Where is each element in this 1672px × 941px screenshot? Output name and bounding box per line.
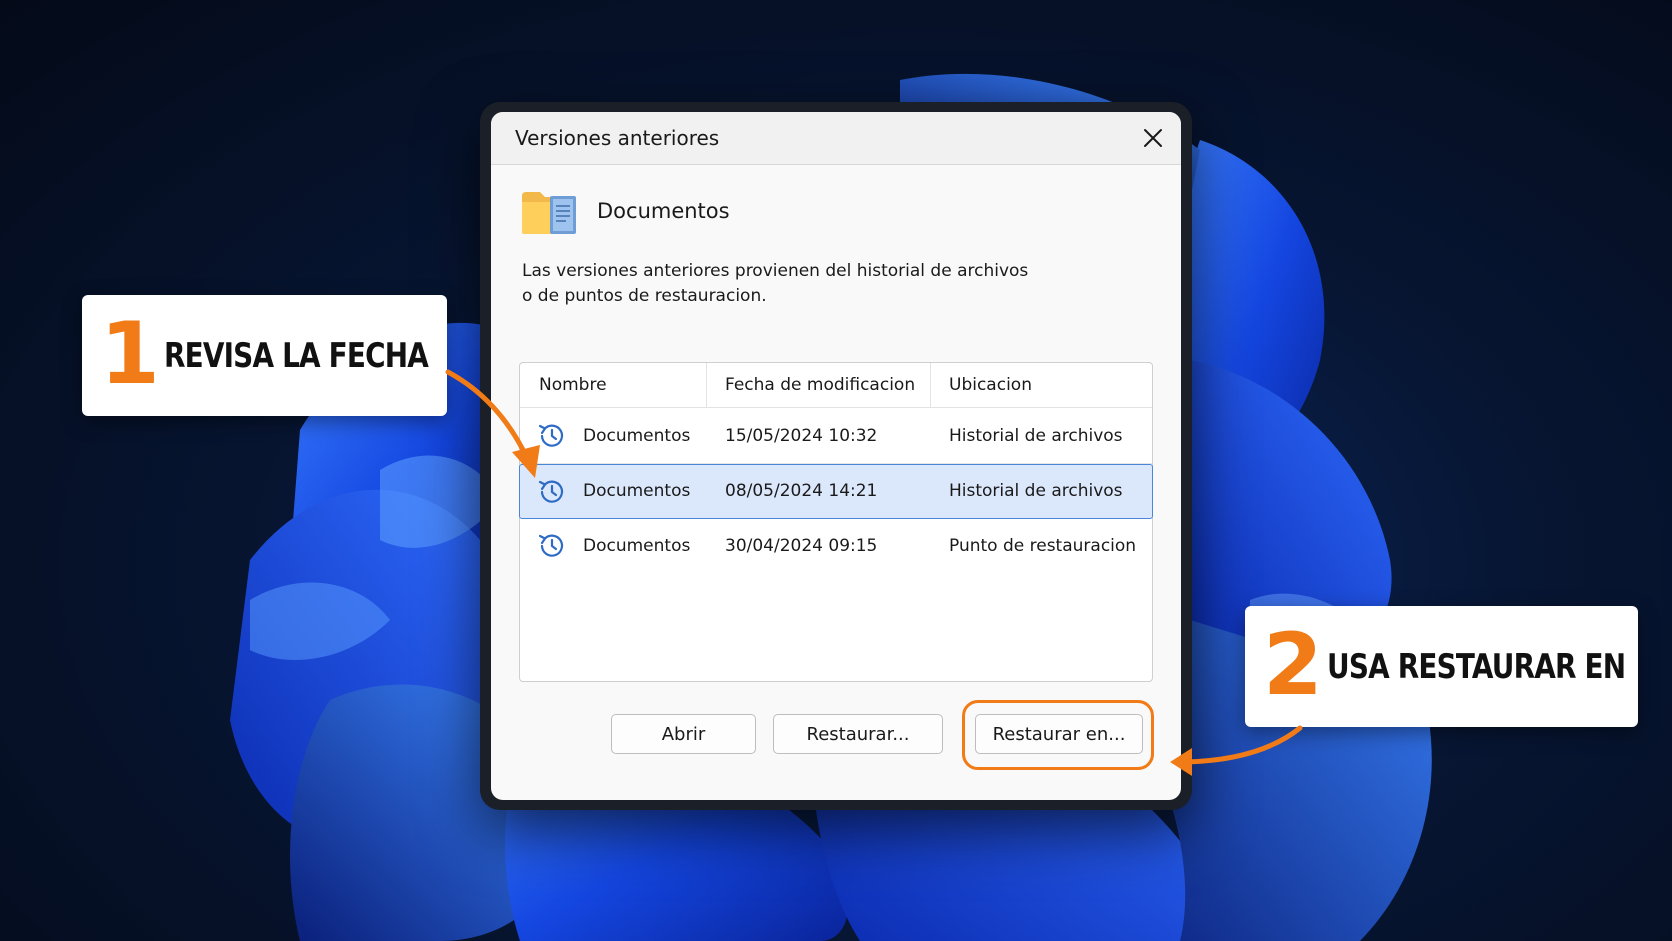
callout-text: USA RESTAURAR EN	[1327, 647, 1626, 687]
callout-number: 2	[1263, 615, 1323, 715]
column-header-date[interactable]: Fecha de modificacion	[725, 363, 915, 407]
versions-list[interactable]: Nombre Fecha de modificacion Ubicacion D…	[519, 362, 1153, 682]
history-clock-icon	[538, 480, 564, 503]
version-row[interactable]: Documentos 15/05/2024 10:32 Historial de…	[520, 409, 1152, 464]
column-divider[interactable]	[706, 363, 707, 407]
description-text: Las versiones anteriores provienen del h…	[522, 259, 1028, 309]
row-date: 08/05/2024 14:21	[725, 481, 878, 501]
close-button[interactable]	[1135, 120, 1171, 156]
row-name: Documentos	[583, 426, 691, 446]
column-header-location[interactable]: Ubicacion	[949, 363, 1032, 407]
row-date: 30/04/2024 09:15	[725, 536, 878, 556]
column-header-name[interactable]: Nombre	[539, 363, 607, 407]
row-date: 15/05/2024 10:32	[725, 426, 878, 446]
description-line-2: o de puntos de restauracion.	[522, 286, 767, 306]
history-clock-icon	[538, 424, 564, 447]
version-row[interactable]: Documentos 30/04/2024 09:15 Punto de res…	[520, 519, 1152, 573]
list-header: Nombre Fecha de modificacion Ubicacion	[520, 363, 1152, 408]
restore-to-highlight	[962, 700, 1154, 770]
folder-name: Documentos	[597, 199, 730, 223]
open-button[interactable]: Abrir	[611, 714, 756, 754]
row-name: Documentos	[583, 536, 691, 556]
row-location: Historial de archivos	[949, 481, 1123, 501]
callout-number: 1	[100, 304, 160, 404]
row-location: Punto de restauracion	[949, 536, 1137, 556]
dialog-title: Versiones anteriores	[515, 126, 720, 150]
row-name: Documentos	[583, 481, 691, 501]
callout-step-1: 1 REVISA LA FECHA	[82, 295, 447, 416]
column-divider[interactable]	[930, 363, 931, 407]
row-location: Historial de archivos	[949, 426, 1123, 446]
version-row-selected[interactable]: Documentos 08/05/2024 14:21 Historial de…	[519, 464, 1153, 519]
callout-text: REVISA LA FECHA	[164, 336, 429, 376]
close-icon	[1144, 129, 1162, 147]
history-clock-icon	[538, 534, 564, 557]
dialog-titlebar: Versiones anteriores	[491, 112, 1181, 165]
previous-versions-dialog: Versiones anteriores Documentos Las vers…	[491, 112, 1181, 800]
restore-button[interactable]: Restaurar...	[773, 714, 943, 754]
description-line-1: Las versiones anteriores provienen del h…	[522, 261, 1029, 281]
folder-document-icon	[522, 192, 576, 234]
callout-step-2: 2 USA RESTAURAR EN	[1245, 606, 1638, 727]
